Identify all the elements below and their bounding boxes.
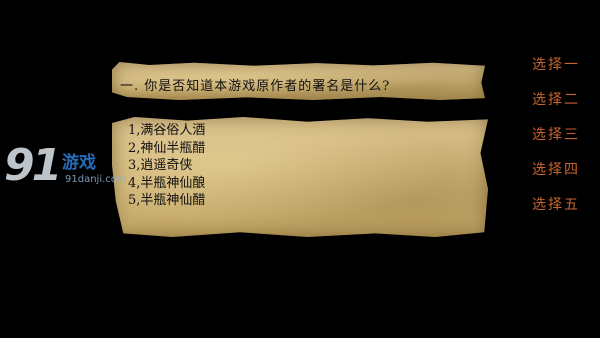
watermark-url: 91danji.com [65, 174, 127, 185]
choice-4-button[interactable]: 选择四 [532, 160, 580, 195]
choice-3-button[interactable]: 选择三 [532, 125, 580, 160]
choice-1-button[interactable]: 选择一 [532, 55, 580, 90]
choice-menu: 选择一 选择二 选择三 选择四 选择五 [532, 55, 580, 230]
watermark-logo-name: 游戏 [62, 153, 96, 173]
answer-option-1: 1,满谷俗人酒 [128, 123, 206, 138]
watermark-logo-number: 91 [4, 140, 62, 191]
answers-list: 1,满谷俗人酒 2,神仙半瓶醋 3,逍遥奇侠 4,半瓶神仙酿 5,半瓶神仙醋 [128, 122, 205, 210]
answer-option-3: 3,逍遥奇侠 [128, 158, 193, 173]
answer-option-5: 5,半瓶神仙醋 [128, 193, 206, 208]
answer-option-2: 2,神仙半瓶醋 [128, 140, 206, 156]
site-watermark-logo: 91 游戏 91danji.com [2, 140, 134, 196]
answer-option-4: 4,半瓶神仙酿 [128, 175, 206, 191]
choice-5-button[interactable]: 选择五 [532, 195, 580, 230]
question-text: 一. 你是否知道本游戏原作者的署名是什么? [120, 79, 391, 94]
choice-2-button[interactable]: 选择二 [532, 90, 580, 125]
